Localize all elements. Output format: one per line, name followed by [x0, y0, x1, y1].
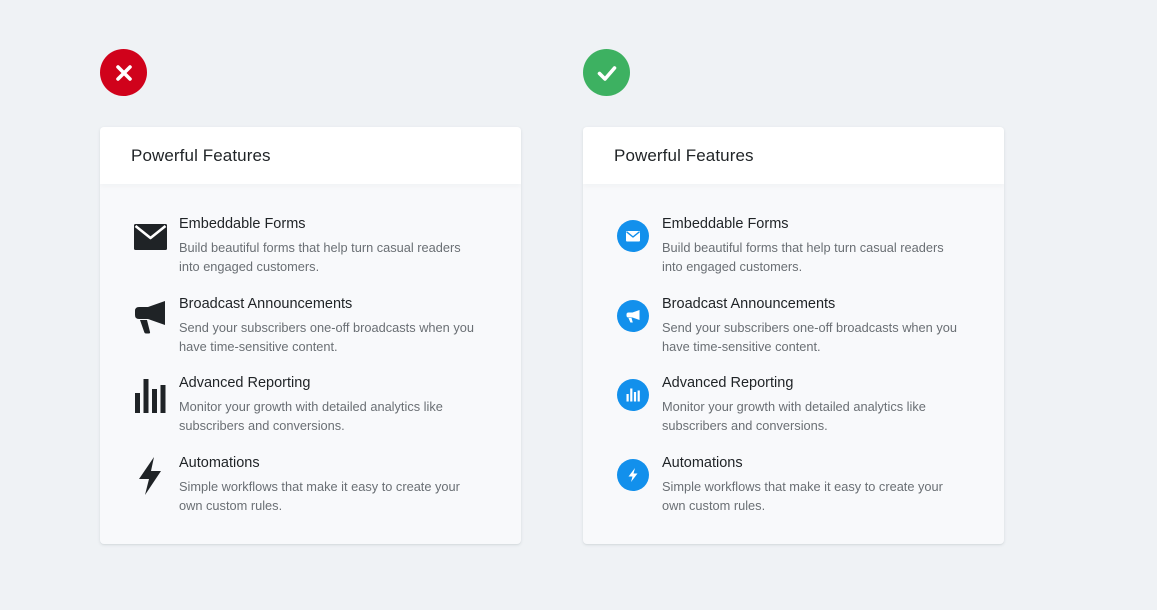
x-icon [115, 64, 132, 81]
lightning-icon [131, 457, 169, 495]
feature-item-embeddable-forms: Embeddable Forms Build beautiful forms t… [614, 214, 984, 284]
feature-title: Automations [179, 455, 260, 471]
envelope-icon [131, 218, 169, 256]
feature-title: Embeddable Forms [662, 216, 789, 232]
bar-chart-icon [617, 379, 649, 411]
feature-item-automations: Automations Simple workflows that make i… [131, 453, 501, 523]
lightning-icon [617, 459, 649, 491]
card-title: Powerful Features [614, 145, 754, 165]
feature-item-broadcast-announcements: Broadcast Announcements Send your subscr… [614, 294, 984, 364]
correct-indicator [583, 49, 630, 96]
feature-description: Monitor your growth with detailed analyt… [662, 399, 926, 433]
feature-description: Monitor your growth with detailed analyt… [179, 399, 443, 433]
feature-description: Build beautiful forms that help turn cas… [179, 240, 461, 274]
feature-title: Broadcast Announcements [662, 296, 836, 312]
feature-title: Advanced Reporting [662, 375, 794, 391]
features-card-incorrect: Powerful Features Embeddable Forms Build… [100, 127, 521, 544]
megaphone-icon [617, 300, 649, 332]
feature-description: Send your subscribers one-off broadcasts… [179, 320, 474, 354]
feature-title: Advanced Reporting [179, 375, 311, 391]
incorrect-indicator [100, 49, 147, 96]
feature-title: Embeddable Forms [179, 216, 306, 232]
features-card-correct: Powerful Features Embeddable Forms Build… [583, 127, 1004, 544]
card-header: Powerful Features [100, 127, 521, 184]
feature-description: Simple workflows that make it easy to cr… [662, 479, 943, 513]
feature-item-broadcast-announcements: Broadcast Announcements Send your subscr… [131, 294, 501, 364]
feature-item-embeddable-forms: Embeddable Forms Build beautiful forms t… [131, 214, 501, 284]
check-icon [597, 65, 616, 81]
bar-chart-icon [131, 377, 169, 415]
feature-description: Simple workflows that make it easy to cr… [179, 479, 460, 513]
megaphone-icon [131, 298, 169, 336]
feature-description: Build beautiful forms that help turn cas… [662, 240, 944, 274]
feature-description: Send your subscribers one-off broadcasts… [662, 320, 957, 354]
card-header: Powerful Features [583, 127, 1004, 184]
feature-title: Automations [662, 455, 743, 471]
card-title: Powerful Features [131, 145, 271, 165]
feature-item-automations: Automations Simple workflows that make i… [614, 453, 984, 523]
feature-item-advanced-reporting: Advanced Reporting Monitor your growth w… [131, 373, 501, 443]
feature-title: Broadcast Announcements [179, 296, 353, 312]
feature-item-advanced-reporting: Advanced Reporting Monitor your growth w… [614, 373, 984, 443]
envelope-icon [617, 220, 649, 252]
